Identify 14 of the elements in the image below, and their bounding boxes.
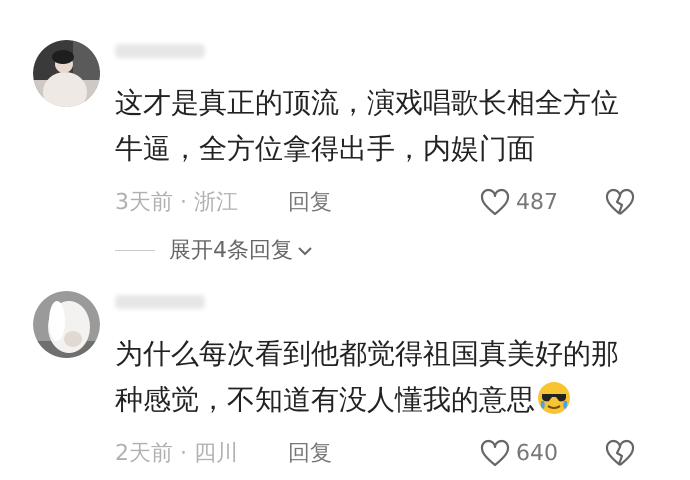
- comment-text: 为什么每次看到他都觉得祖国真美好的那种感觉，不知道有没人懂我的意思: [115, 336, 620, 418]
- broken-heart-icon[interactable]: [605, 439, 635, 467]
- reply-link[interactable]: 回复: [288, 436, 332, 470]
- chevron-down-icon: [297, 246, 313, 256]
- like-count: 640: [516, 440, 559, 468]
- like-count: 487: [516, 188, 559, 216]
- broken-heart-icon[interactable]: [605, 188, 635, 216]
- heart-icon[interactable]: [480, 188, 510, 216]
- comment-meta: 3天前 · 浙江: [115, 188, 239, 216]
- heart-icon[interactable]: [480, 439, 510, 467]
- comment-meta: 2天前 · 四川: [115, 440, 239, 468]
- expand-replies-link[interactable]: 展开4条回复: [169, 234, 313, 267]
- comment-text: 这才是真正的顶流，演戏唱歌长相全方位牛逼，全方位拿得出手，内娱门面: [115, 85, 620, 167]
- reply-link[interactable]: 回复: [288, 186, 332, 218]
